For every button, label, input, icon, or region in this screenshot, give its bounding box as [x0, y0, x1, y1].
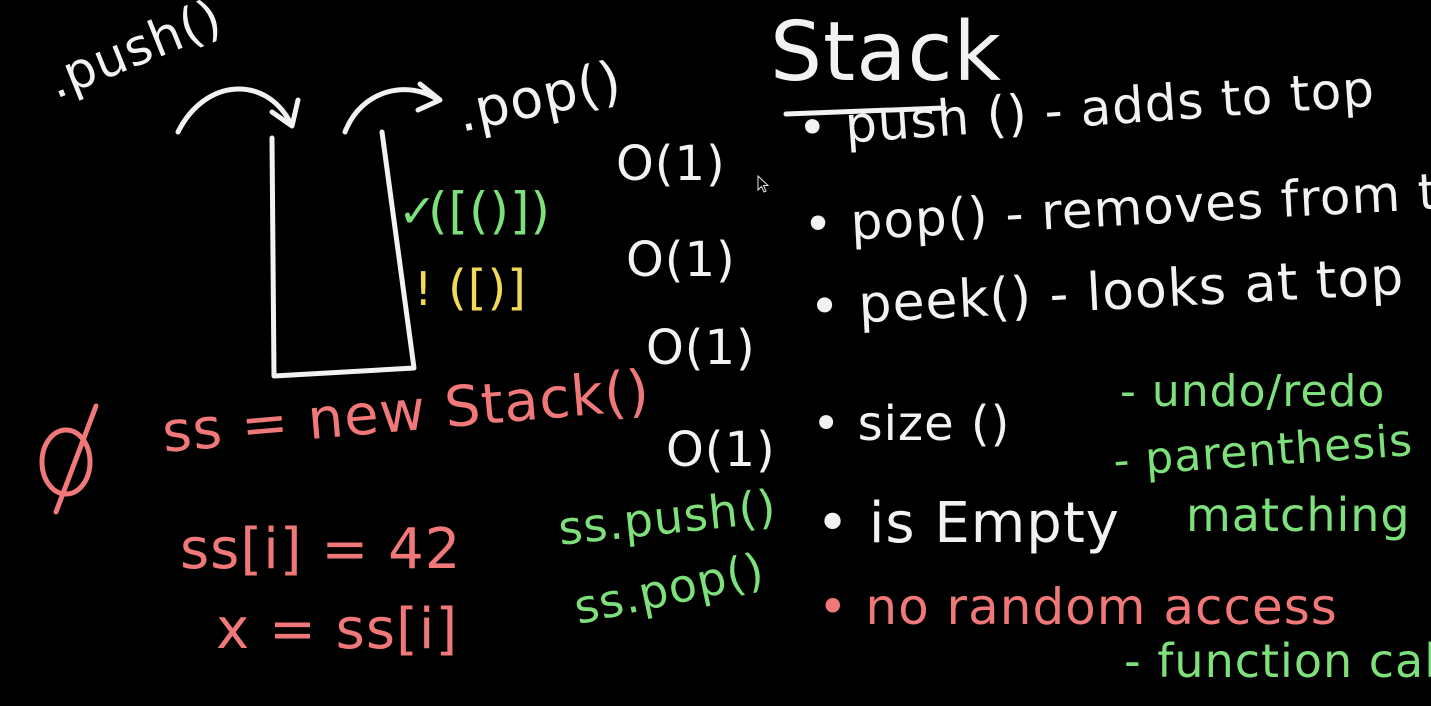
no-random-access-note: • no random access	[818, 578, 1338, 636]
operation-size: • size ()	[812, 396, 1011, 452]
chalkboard: .push() .pop() ✓ ([()]) ! ([)] Stack O(1…	[0, 0, 1431, 706]
warning-mark: !	[414, 262, 434, 316]
use-matching: matching	[1186, 488, 1411, 542]
page-title: Stack	[770, 5, 1003, 100]
use-undo-redo: - undo/redo	[1120, 366, 1386, 417]
operation-is-empty: • is Empty	[816, 491, 1120, 556]
balanced-example: ([()])	[428, 182, 552, 240]
complexity-size: O(1)	[666, 422, 776, 478]
stack-container-outline	[269, 129, 417, 379]
use-function-calls: - function calls	[1124, 634, 1431, 688]
complexity-peek: O(1)	[646, 320, 756, 376]
code-line-assign: ss[i] = 42	[180, 517, 462, 582]
pop-arrow-icon	[342, 87, 441, 135]
complexity-pop: O(1)	[626, 232, 736, 288]
complexity-push: O(1)	[616, 136, 726, 192]
code-line-read: x = ss[i]	[216, 597, 459, 662]
mouse-pointer-icon	[757, 175, 769, 193]
unbalanced-example: ([)]	[448, 260, 527, 316]
